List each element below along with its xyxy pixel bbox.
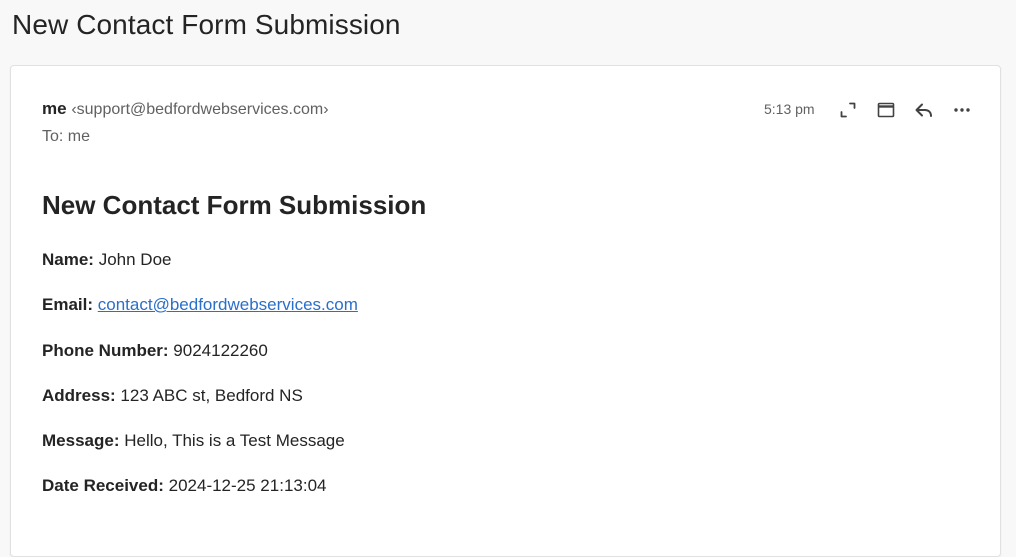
recipient-line: To: me — [42, 126, 90, 148]
to-label: To: — [42, 128, 64, 145]
field-value: 123 ABC st, Bedford NS — [120, 386, 303, 405]
field-email: Email: contact@bedfordwebservices.com — [42, 294, 358, 316]
body-title: New Contact Form Submission — [42, 190, 427, 220]
sender-email[interactable]: ‹support@bedfordwebservices.com› — [71, 101, 328, 118]
field-address: Address: 123 ABC st, Bedford NS — [42, 385, 303, 407]
expand-button[interactable] — [829, 98, 867, 122]
field-name: Name: John Doe — [42, 249, 171, 271]
field-label: Address: — [42, 386, 116, 405]
open-in-window-button[interactable] — [867, 98, 905, 122]
email-subject-heading: New Contact Form Submission — [12, 9, 401, 40]
sender-line[interactable]: me ‹support@bedfordwebservices.com› — [42, 98, 329, 121]
field-value: John Doe — [98, 250, 172, 269]
field-label: Date Received: — [42, 476, 164, 495]
reply-button[interactable] — [905, 98, 943, 122]
field-label: Email: — [42, 295, 94, 314]
field-message: Message: Hello, This is a Test Message — [42, 430, 345, 452]
email-link[interactable]: contact@bedfordwebservices.com — [98, 295, 358, 314]
field-label: Name: — [42, 250, 94, 269]
field-phone: Phone Number: 9024122260 — [42, 340, 268, 362]
email-message-card: me ‹support@bedfordwebservices.com› To: … — [10, 65, 1001, 557]
message-time: 5:13 pm — [764, 101, 815, 117]
reply-icon — [914, 101, 934, 119]
sender-name[interactable]: me — [42, 99, 67, 118]
field-value: Hello, This is a Test Message — [124, 431, 345, 450]
field-value: 9024122260 — [173, 341, 268, 360]
more-actions-button[interactable] — [943, 98, 981, 122]
recipient-name[interactable]: me — [68, 128, 90, 145]
field-value: 2024-12-25 21:13:04 — [168, 476, 327, 495]
field-label: Message: — [42, 431, 120, 450]
window-icon — [877, 101, 895, 119]
expand-icon — [839, 101, 857, 119]
more-icon — [953, 107, 971, 113]
field-date-received: Date Received: 2024-12-25 21:13:04 — [42, 475, 326, 497]
message-actions-toolbar — [829, 98, 981, 122]
field-label: Phone Number: — [42, 341, 169, 360]
